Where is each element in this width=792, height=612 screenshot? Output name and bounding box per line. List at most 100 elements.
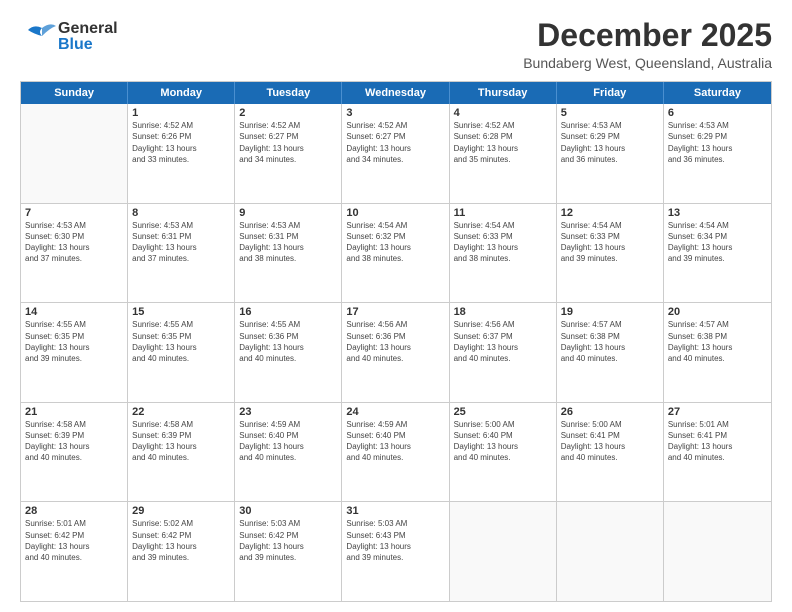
cell-info: Sunrise: 5:00 AM Sunset: 6:41 PM Dayligh… <box>561 419 659 464</box>
calendar-cell-w1-d5: 4Sunrise: 4:52 AM Sunset: 6:28 PM Daylig… <box>450 104 557 203</box>
calendar-cell-w1-d4: 3Sunrise: 4:52 AM Sunset: 6:27 PM Daylig… <box>342 104 449 203</box>
cell-info: Sunrise: 5:01 AM Sunset: 6:41 PM Dayligh… <box>668 419 767 464</box>
header-saturday: Saturday <box>664 82 771 104</box>
calendar-week-4: 21Sunrise: 4:58 AM Sunset: 6:39 PM Dayli… <box>21 403 771 503</box>
calendar-cell-w5-d7 <box>664 502 771 601</box>
logo: General Blue <box>20 18 118 56</box>
header-monday: Monday <box>128 82 235 104</box>
calendar-cell-w3-d1: 14Sunrise: 4:55 AM Sunset: 6:35 PM Dayli… <box>21 303 128 402</box>
day-number: 31 <box>346 505 444 517</box>
calendar-cell-w2-d1: 7Sunrise: 4:53 AM Sunset: 6:30 PM Daylig… <box>21 204 128 303</box>
calendar-cell-w1-d3: 2Sunrise: 4:52 AM Sunset: 6:27 PM Daylig… <box>235 104 342 203</box>
calendar-week-2: 7Sunrise: 4:53 AM Sunset: 6:30 PM Daylig… <box>21 204 771 304</box>
calendar-cell-w4-d3: 23Sunrise: 4:59 AM Sunset: 6:40 PM Dayli… <box>235 403 342 502</box>
calendar-cell-w4-d7: 27Sunrise: 5:01 AM Sunset: 6:41 PM Dayli… <box>664 403 771 502</box>
calendar-cell-w4-d6: 26Sunrise: 5:00 AM Sunset: 6:41 PM Dayli… <box>557 403 664 502</box>
day-number: 8 <box>132 207 230 219</box>
day-number: 23 <box>239 406 337 418</box>
cell-info: Sunrise: 4:53 AM Sunset: 6:29 PM Dayligh… <box>668 120 767 165</box>
day-number: 3 <box>346 107 444 119</box>
day-number: 24 <box>346 406 444 418</box>
calendar-cell-w2-d5: 11Sunrise: 4:54 AM Sunset: 6:33 PM Dayli… <box>450 204 557 303</box>
calendar: Sunday Monday Tuesday Wednesday Thursday… <box>20 81 772 602</box>
calendar-cell-w2-d2: 8Sunrise: 4:53 AM Sunset: 6:31 PM Daylig… <box>128 204 235 303</box>
calendar-cell-w5-d6 <box>557 502 664 601</box>
calendar-cell-w1-d7: 6Sunrise: 4:53 AM Sunset: 6:29 PM Daylig… <box>664 104 771 203</box>
cell-info: Sunrise: 4:54 AM Sunset: 6:33 PM Dayligh… <box>454 220 552 265</box>
logo-icon <box>20 18 58 56</box>
cell-info: Sunrise: 4:52 AM Sunset: 6:28 PM Dayligh… <box>454 120 552 165</box>
day-number: 2 <box>239 107 337 119</box>
day-number: 10 <box>346 207 444 219</box>
cell-info: Sunrise: 4:54 AM Sunset: 6:34 PM Dayligh… <box>668 220 767 265</box>
day-number: 13 <box>668 207 767 219</box>
location: Bundaberg West, Queensland, Australia <box>523 55 772 71</box>
day-number: 29 <box>132 505 230 517</box>
day-number: 9 <box>239 207 337 219</box>
calendar-cell-w2-d7: 13Sunrise: 4:54 AM Sunset: 6:34 PM Dayli… <box>664 204 771 303</box>
day-number: 11 <box>454 207 552 219</box>
day-number: 18 <box>454 306 552 318</box>
day-number: 7 <box>25 207 123 219</box>
month-title: December 2025 <box>523 18 772 53</box>
day-number: 6 <box>668 107 767 119</box>
cell-info: Sunrise: 4:52 AM Sunset: 6:27 PM Dayligh… <box>239 120 337 165</box>
cell-info: Sunrise: 4:52 AM Sunset: 6:26 PM Dayligh… <box>132 120 230 165</box>
day-number: 12 <box>561 207 659 219</box>
day-number: 28 <box>25 505 123 517</box>
calendar-cell-w2-d4: 10Sunrise: 4:54 AM Sunset: 6:32 PM Dayli… <box>342 204 449 303</box>
calendar-cell-w5-d1: 28Sunrise: 5:01 AM Sunset: 6:42 PM Dayli… <box>21 502 128 601</box>
calendar-cell-w4-d2: 22Sunrise: 4:58 AM Sunset: 6:39 PM Dayli… <box>128 403 235 502</box>
cell-info: Sunrise: 4:55 AM Sunset: 6:35 PM Dayligh… <box>25 319 123 364</box>
cell-info: Sunrise: 4:53 AM Sunset: 6:31 PM Dayligh… <box>132 220 230 265</box>
calendar-week-1: 1Sunrise: 4:52 AM Sunset: 6:26 PM Daylig… <box>21 104 771 204</box>
cell-info: Sunrise: 4:53 AM Sunset: 6:30 PM Dayligh… <box>25 220 123 265</box>
calendar-cell-w1-d2: 1Sunrise: 4:52 AM Sunset: 6:26 PM Daylig… <box>128 104 235 203</box>
calendar-cell-w4-d1: 21Sunrise: 4:58 AM Sunset: 6:39 PM Dayli… <box>21 403 128 502</box>
header-thursday: Thursday <box>450 82 557 104</box>
day-number: 15 <box>132 306 230 318</box>
calendar-cell-w5-d3: 30Sunrise: 5:03 AM Sunset: 6:42 PM Dayli… <box>235 502 342 601</box>
calendar-week-5: 28Sunrise: 5:01 AM Sunset: 6:42 PM Dayli… <box>21 502 771 601</box>
cell-info: Sunrise: 4:55 AM Sunset: 6:35 PM Dayligh… <box>132 319 230 364</box>
day-number: 25 <box>454 406 552 418</box>
page: General Blue December 2025 Bundaberg Wes… <box>0 0 792 612</box>
cell-info: Sunrise: 5:00 AM Sunset: 6:40 PM Dayligh… <box>454 419 552 464</box>
logo-general: General <box>58 21 118 37</box>
cell-info: Sunrise: 4:54 AM Sunset: 6:32 PM Dayligh… <box>346 220 444 265</box>
logo-text: General Blue <box>58 21 118 53</box>
day-number: 20 <box>668 306 767 318</box>
cell-info: Sunrise: 4:55 AM Sunset: 6:36 PM Dayligh… <box>239 319 337 364</box>
day-number: 21 <box>25 406 123 418</box>
day-number: 17 <box>346 306 444 318</box>
calendar-cell-w3-d3: 16Sunrise: 4:55 AM Sunset: 6:36 PM Dayli… <box>235 303 342 402</box>
day-number: 1 <box>132 107 230 119</box>
day-number: 16 <box>239 306 337 318</box>
day-number: 4 <box>454 107 552 119</box>
day-number: 14 <box>25 306 123 318</box>
calendar-cell-w2-d3: 9Sunrise: 4:53 AM Sunset: 6:31 PM Daylig… <box>235 204 342 303</box>
day-number: 26 <box>561 406 659 418</box>
cell-info: Sunrise: 4:53 AM Sunset: 6:31 PM Dayligh… <box>239 220 337 265</box>
calendar-cell-w3-d4: 17Sunrise: 4:56 AM Sunset: 6:36 PM Dayli… <box>342 303 449 402</box>
title-area: December 2025 Bundaberg West, Queensland… <box>523 18 772 71</box>
calendar-week-3: 14Sunrise: 4:55 AM Sunset: 6:35 PM Dayli… <box>21 303 771 403</box>
calendar-cell-w1-d1 <box>21 104 128 203</box>
calendar-cell-w5-d4: 31Sunrise: 5:03 AM Sunset: 6:43 PM Dayli… <box>342 502 449 601</box>
cell-info: Sunrise: 4:59 AM Sunset: 6:40 PM Dayligh… <box>239 419 337 464</box>
day-number: 22 <box>132 406 230 418</box>
day-number: 30 <box>239 505 337 517</box>
calendar-header: Sunday Monday Tuesday Wednesday Thursday… <box>21 82 771 104</box>
cell-info: Sunrise: 5:01 AM Sunset: 6:42 PM Dayligh… <box>25 518 123 563</box>
cell-info: Sunrise: 4:59 AM Sunset: 6:40 PM Dayligh… <box>346 419 444 464</box>
calendar-cell-w4-d5: 25Sunrise: 5:00 AM Sunset: 6:40 PM Dayli… <box>450 403 557 502</box>
cell-info: Sunrise: 4:56 AM Sunset: 6:37 PM Dayligh… <box>454 319 552 364</box>
calendar-body: 1Sunrise: 4:52 AM Sunset: 6:26 PM Daylig… <box>21 104 771 601</box>
day-number: 27 <box>668 406 767 418</box>
cell-info: Sunrise: 5:02 AM Sunset: 6:42 PM Dayligh… <box>132 518 230 563</box>
header: General Blue December 2025 Bundaberg Wes… <box>20 18 772 71</box>
calendar-cell-w1-d6: 5Sunrise: 4:53 AM Sunset: 6:29 PM Daylig… <box>557 104 664 203</box>
cell-info: Sunrise: 4:58 AM Sunset: 6:39 PM Dayligh… <box>25 419 123 464</box>
header-tuesday: Tuesday <box>235 82 342 104</box>
cell-info: Sunrise: 5:03 AM Sunset: 6:42 PM Dayligh… <box>239 518 337 563</box>
